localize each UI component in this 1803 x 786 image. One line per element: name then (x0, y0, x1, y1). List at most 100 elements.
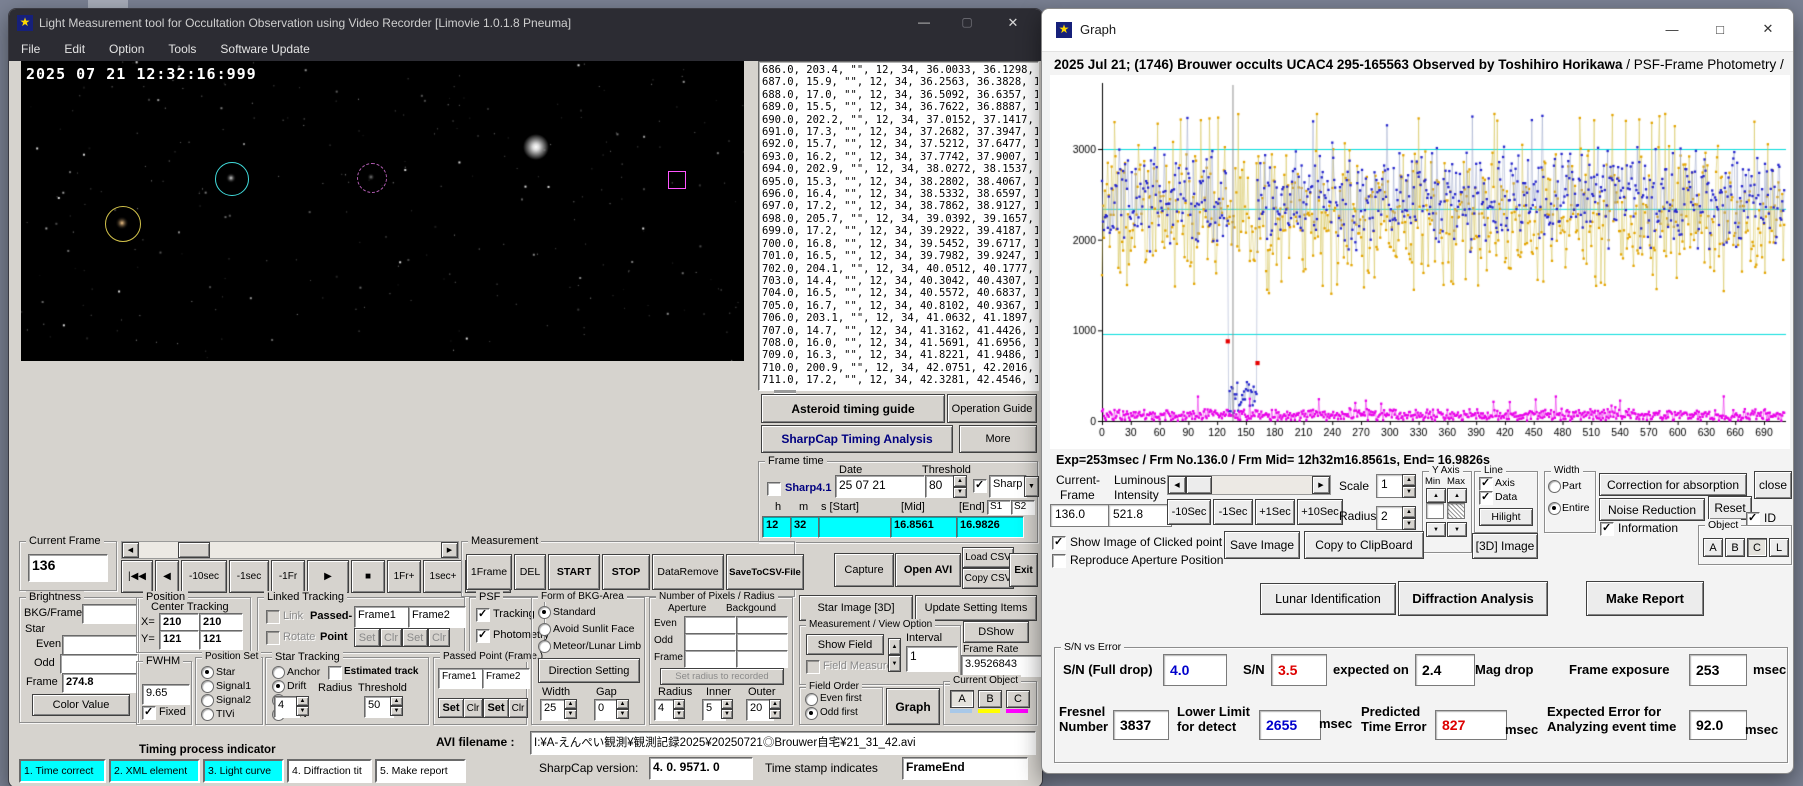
menu-item-option[interactable]: Option (97, 39, 156, 59)
avi-filename-field[interactable]: I:¥A-えんぺい観測¥観測記録2025¥20250721◎Brouwer自宅¥… (530, 731, 1036, 755)
list-item[interactable]: 689.0, 15.5, "", 12, 34, 36.7622, 36.888… (762, 101, 1038, 113)
threshold-spinner[interactable]: ▲ ▼ (953, 475, 967, 498)
fresnel-field[interactable]: 3837 (1113, 710, 1169, 740)
video-frame-panel[interactable]: 2025 07 21 12:32:16:999 (21, 61, 744, 361)
spin-up-icon[interactable]: ▲ (1402, 506, 1416, 518)
st-threshold-spinner[interactable]: ▲ ▼ (390, 696, 403, 716)
spin-down-icon[interactable]: ▼ (296, 706, 309, 716)
minus-10sec-button[interactable]: -10Sec (1167, 499, 1211, 525)
spin-down-icon[interactable]: ▼ (888, 655, 901, 672)
copy-clipboard-button[interactable]: Copy to ClipBoard (1304, 531, 1424, 559)
frame-background-field[interactable] (736, 650, 788, 668)
width-spinner[interactable]: ▲ ▼ (564, 699, 577, 719)
radio-part[interactable] (1548, 480, 1561, 493)
del-button[interactable]: DEL (514, 554, 546, 590)
y-min-down-icon[interactable]: ▼ (1426, 522, 1446, 537)
spin-up-icon[interactable]: ▲ (721, 699, 733, 709)
scale-spinner[interactable]: ▲ ▼ (1402, 474, 1416, 498)
graph-scrollbar[interactable]: ◀ ▶ (1167, 475, 1331, 495)
exit-button[interactable]: Exit (1009, 553, 1038, 587)
sharpcap-timing-analysis-button[interactable]: SharpCap Timing Analysis (761, 425, 953, 453)
gap-spinner[interactable]: ▲ ▼ (616, 699, 629, 719)
link-checkbox[interactable] (266, 610, 280, 624)
open-avi-button[interactable]: Open AVI (895, 553, 961, 587)
id-checkbox[interactable] (1746, 511, 1760, 526)
psf-tracking-checkbox[interactable] (476, 607, 490, 622)
lt-set1-button[interactable]: Set (354, 628, 380, 647)
lunar-identification-button[interactable]: Lunar Identification (1260, 583, 1396, 615)
frame-exposure-field[interactable]: 253 (1689, 654, 1747, 686)
estimated-track-checkbox[interactable] (328, 666, 342, 680)
scroll-left-icon[interactable]: ◀ (122, 542, 139, 558)
sharpcap-version-field[interactable]: 4. 0. 9571. 0 (649, 757, 753, 780)
spin-down-icon[interactable]: ▼ (673, 709, 685, 719)
sharp-mode-dropdown[interactable]: Sharp (989, 475, 1027, 498)
list-item[interactable]: 690.0, 202.2, "", 12, 34, 37.0152, 37.14… (762, 114, 1038, 126)
graph-button[interactable]: Graph (886, 688, 940, 725)
set-radius-button[interactable]: Set radius to recorded (660, 668, 784, 685)
maximize-icon[interactable]: ▢ (949, 15, 985, 29)
time-end-field[interactable]: 16.9826 (956, 516, 1024, 538)
even-aperture-field[interactable] (684, 616, 736, 634)
minus-1frame-button[interactable]: -1Fr (271, 560, 305, 593)
list-item[interactable]: 710.0, 200.9, "", 12, 34, 42.0751, 42.20… (762, 362, 1038, 374)
list-item[interactable]: 705.0, 16.7, "", 12, 34, 40.8102, 40.936… (762, 300, 1038, 312)
sharp-mode-checkbox[interactable] (973, 478, 987, 493)
object-c-button[interactable]: C (1006, 690, 1030, 708)
spin-down-icon[interactable]: ▼ (564, 709, 577, 719)
graph-scrollbar-thumb[interactable] (1186, 476, 1212, 494)
graph-titlebar[interactable]: ★ Graph — □ ✕ (1042, 9, 1793, 52)
scroll-right-icon[interactable]: ▶ (441, 542, 458, 558)
list-item[interactable]: 688.0, 17.0, "", 12, 34, 36.5092, 36.635… (762, 89, 1038, 101)
dshow-button[interactable]: DShow (963, 621, 1029, 643)
radio-odd-first[interactable] (805, 707, 818, 720)
list-item[interactable]: 692.0, 15.7, "", 12, 34, 37.5212, 37.647… (762, 138, 1038, 150)
close-icon[interactable]: ✕ (1746, 9, 1790, 49)
s1-chip[interactable]: S1 (987, 500, 1011, 515)
close-icon[interactable]: ✕ (993, 15, 1033, 31)
scroll-left-icon[interactable]: ◀ (1168, 476, 1186, 494)
radio-signal2[interactable] (201, 694, 214, 707)
list-item[interactable]: 709.0, 16.3, "", 12, 34, 41.8221, 41.948… (762, 349, 1038, 361)
frame-scrollbar-thumb[interactable] (178, 542, 210, 558)
spin-up-icon[interactable]: ▲ (1402, 474, 1416, 486)
spin-up-icon[interactable]: ▲ (616, 699, 629, 709)
list-item[interactable]: 691.0, 17.3, "", 12, 34, 37.2682, 37.394… (762, 126, 1038, 138)
scroll-right-icon[interactable]: ▶ (1312, 476, 1330, 494)
expected-on-field[interactable]: 2.4 (1415, 654, 1475, 686)
radio-standard[interactable] (538, 606, 551, 619)
reproduce-checkbox[interactable] (1052, 554, 1066, 568)
lt-set2-button[interactable]: Set (402, 628, 428, 647)
color-value-button[interactable]: Color Value (32, 694, 130, 716)
spin-up-icon[interactable]: ▲ (564, 699, 577, 709)
list-item[interactable]: 687.0, 15.9, "", 12, 34, 36.2563, 36.382… (762, 76, 1038, 88)
list-item[interactable]: 698.0, 205.7, "", 12, 34, 39.0392, 39.16… (762, 213, 1038, 225)
luminous-intensity-field[interactable]: 521.8 (1108, 504, 1172, 527)
gw-object-b-button[interactable]: B (1725, 538, 1745, 557)
frame-aperture-field[interactable] (684, 650, 736, 668)
interval-spinner[interactable]: ▲ ▼ (888, 638, 901, 672)
list-item[interactable]: 708.0, 16.0, "", 12, 34, 41.5691, 41.695… (762, 337, 1038, 349)
pp-set1-button[interactable]: Set (438, 698, 464, 718)
spin-down-icon[interactable]: ▼ (953, 486, 967, 498)
rotate-checkbox[interactable] (266, 631, 280, 645)
gw-object-l-button[interactable]: L (1769, 538, 1789, 557)
gw-object-c-button[interactable]: C (1747, 538, 1767, 557)
measurement-data-list[interactable]: 686.0, 203.4, "", 12, 34, 36.0033, 36.12… (758, 61, 1039, 391)
menu-item-edit[interactable]: Edit (52, 39, 97, 59)
list-item[interactable]: 706.0, 203.1, "", 12, 34, 41.0632, 41.18… (762, 312, 1038, 324)
lower-limit-field[interactable]: 2655 (1259, 710, 1321, 740)
list-item[interactable]: 711.0, 17.2, "", 12, 34, 42.3281, 42.454… (762, 374, 1038, 386)
timestamp-indicates-field[interactable]: FrameEnd (902, 757, 1028, 780)
copy-csv-button[interactable]: Copy CSV (962, 568, 1014, 589)
main-titlebar[interactable]: ★ Light Measurement tool for Occultation… (9, 9, 1042, 37)
spin-down-icon[interactable]: ▼ (1402, 486, 1416, 498)
direction-setting-button[interactable]: Direction Setting (538, 658, 640, 683)
spin-up-icon[interactable]: ▲ (769, 699, 781, 709)
save-to-csv-button[interactable]: SaveToCSV-File (726, 554, 804, 590)
lt-clr2-button[interactable]: Clr (428, 628, 450, 647)
spin-down-icon[interactable]: ▼ (1402, 518, 1416, 530)
close-button[interactable]: close (1754, 471, 1792, 499)
sharp-mode-dropdown-arrow-icon[interactable]: ▼ (1024, 476, 1039, 497)
spin-up-icon[interactable]: ▲ (953, 475, 967, 487)
